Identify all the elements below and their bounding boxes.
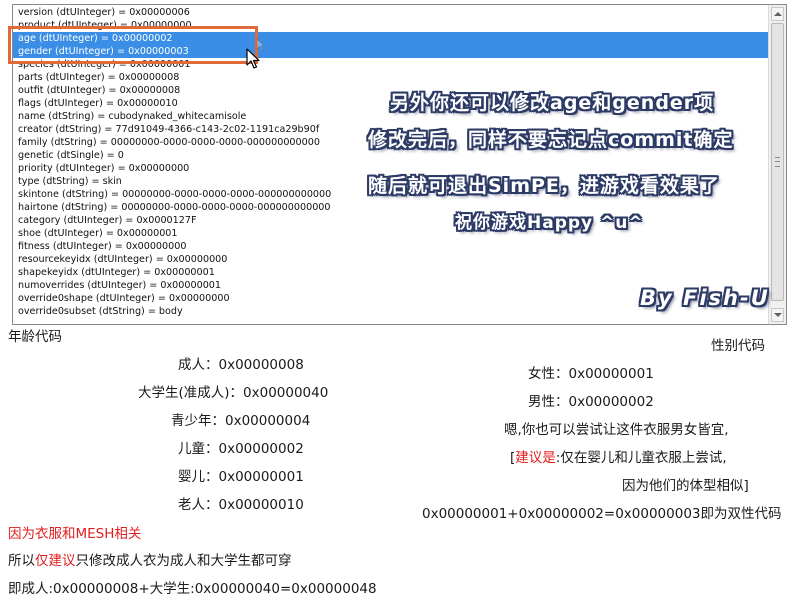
scroll-down-button[interactable] [771,308,784,322]
age-code-adult: 成人：0x00000008 [178,357,304,373]
age-code-toddler: 婴儿：0x00000001 [178,469,304,485]
highlight-frame [8,26,258,64]
property-row[interactable]: resourcekeyidx (dtUInteger) = 0x00000000 [13,253,769,266]
grip-icon [775,157,780,167]
age-note-emphasis: 仅建议 [35,553,76,569]
mouse-pointer-icon [246,48,260,69]
gender-codes-title: 性别代码 [711,338,765,354]
age-note-recommend: 所以仅建议只修改成人衣为成人和大学生都可穿 [8,552,292,570]
age-code-teen: 青少年：0x00000004 [171,413,311,429]
overlay-line-1: 另外你还可以修改age和gender项 [390,92,715,114]
property-row[interactable]: category (dtUInteger) = 0x0000127F [13,214,769,227]
arrow-up-icon [774,12,782,16]
property-row[interactable]: version (dtUInteger) = 0x00000006 [13,6,769,19]
overlay-line-4: 祝你游戏Happy ^u^ [455,213,644,233]
property-row[interactable]: hairtone (dtString) = 00000000-0000-0000… [13,201,769,214]
property-row[interactable]: shoe (dtUInteger) = 0x00000001 [13,227,769,240]
age-note-prefix: 所以 [8,553,35,569]
age-note-sum: 即成人:0x00000008+大学生:0x00000040=0x00000048 [8,581,377,597]
property-row[interactable]: shapekeyidx (dtUInteger) = 0x00000001 [13,266,769,279]
age-code-child: 儿童：0x00000002 [178,441,304,457]
overlay-line-2: 修改完后，同样不要忘记点commit确定 [368,129,734,151]
age-code-young-adult: 大学生(准成人)：0x00000040 [138,385,329,401]
age-code-elder: 老人：0x00000010 [178,497,304,513]
overlay-line-3: 随后就可退出SimPE，进游戏看效果了 [368,175,720,197]
property-row[interactable]: fitness (dtUInteger) = 0x00000000 [13,240,769,253]
gender-note-sum: 0x00000001+0x00000002=0x00000003即为双性代码 [422,506,782,522]
gender-note-suggest: [建议是:仅在婴儿和儿童衣服上尝试, [510,449,727,467]
gender-note-unisex: 嗯,你也可以尝试让这件衣服男女皆宜, [504,422,729,438]
gender-note-suffix: :仅在婴儿和儿童衣服上尝试, [555,450,727,466]
property-row[interactable]: parts (dtUInteger) = 0x00000008 [13,71,769,84]
gender-note-reason: 因为他们的体型相似] [622,478,749,494]
age-note-suffix: 只修改成人衣为成人和大学生都可穿 [75,553,292,569]
age-codes-title: 年龄代码 [8,329,62,345]
vertical-scrollbar[interactable] [768,5,786,324]
author-signature: By Fish-U [640,286,770,310]
scrollbar-thumb[interactable] [771,23,784,301]
age-note-mesh: 因为衣服和MESH相关 [8,526,142,542]
gender-note-emphasis: 建议是 [515,450,556,466]
arrow-down-icon [774,313,782,317]
gender-code-female: 女性：0x00000001 [528,366,654,382]
scroll-up-button[interactable] [771,7,784,21]
gender-code-male: 男性：0x00000002 [528,394,654,410]
